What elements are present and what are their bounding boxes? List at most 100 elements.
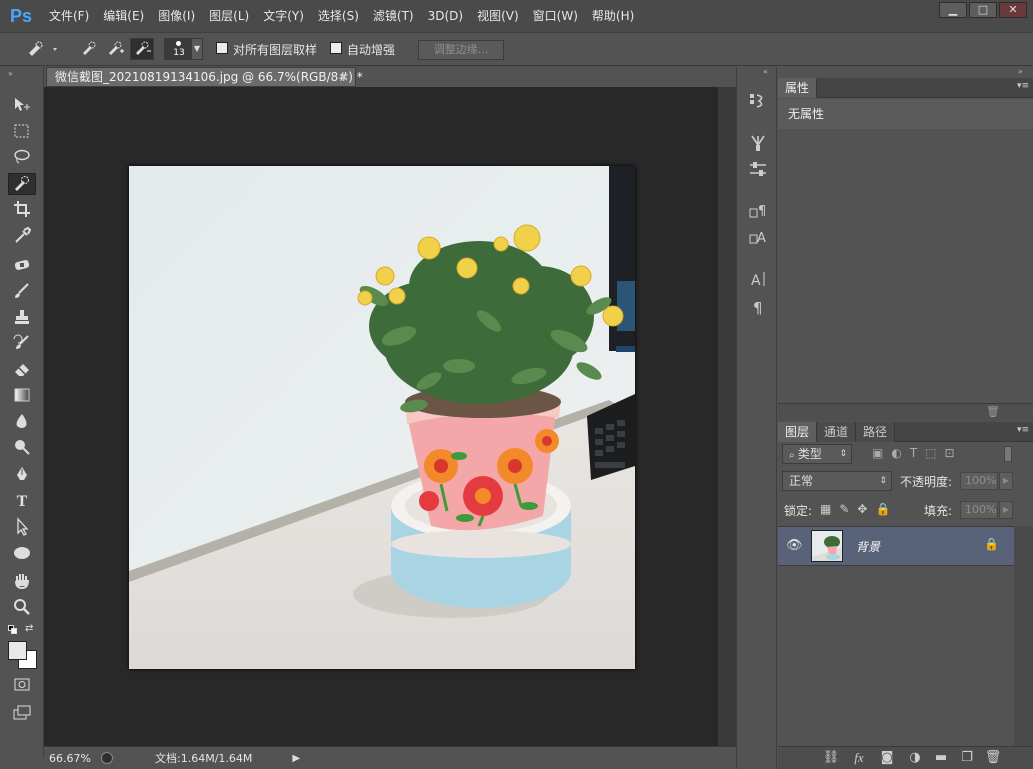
filter-toggle[interactable] bbox=[1004, 446, 1012, 462]
new-adjustment-layer-icon[interactable]: ◑ bbox=[904, 749, 926, 767]
menu-edit[interactable]: 编辑(E) bbox=[96, 0, 151, 32]
eraser-tool-icon[interactable] bbox=[8, 359, 36, 381]
layer-style-icon[interactable]: fx bbox=[848, 749, 870, 767]
status-menu-arrow-icon[interactable]: ▶ bbox=[292, 753, 300, 764]
type-tool-icon[interactable]: T bbox=[8, 491, 36, 513]
menu-view[interactable]: 视图(V) bbox=[470, 0, 526, 32]
pixel-filter-icon[interactable]: ▣ bbox=[872, 446, 883, 460]
new-selection-brush-icon[interactable] bbox=[78, 38, 100, 60]
crop-tool-icon[interactable] bbox=[8, 199, 36, 221]
menu-window[interactable]: 窗口(W) bbox=[526, 0, 585, 32]
lock-all-icon[interactable]: 🔒 bbox=[875, 502, 890, 516]
default-colors-icon[interactable] bbox=[8, 625, 18, 635]
tab-layers[interactable]: 图层 bbox=[778, 422, 818, 442]
layer-filter-kind-select[interactable]: ⌕ 类型 ⇕ bbox=[782, 444, 852, 464]
delete-layer-icon[interactable]: 🗑 bbox=[982, 749, 1004, 767]
gradient-tool-icon[interactable] bbox=[8, 385, 36, 407]
tab-paths[interactable]: 路径 bbox=[856, 422, 896, 442]
tab-channels[interactable]: 通道 bbox=[817, 422, 857, 442]
history-brush-tool-icon[interactable] bbox=[8, 333, 36, 355]
healing-brush-tool-icon[interactable] bbox=[8, 255, 36, 277]
menu-filter[interactable]: 滤镜(T) bbox=[366, 0, 421, 32]
add-mask-icon[interactable]: ◙ bbox=[876, 749, 898, 767]
character-styles-panel-icon[interactable]: A bbox=[745, 227, 771, 249]
adjustments-panel-icon[interactable] bbox=[745, 159, 771, 181]
close-button[interactable]: ✕ bbox=[999, 2, 1027, 18]
link-layers-icon[interactable]: ⛓ bbox=[820, 749, 842, 767]
menu-type[interactable]: 文字(Y) bbox=[256, 0, 311, 32]
panel-menu-icon[interactable]: ▾≡ bbox=[1017, 81, 1029, 91]
layers-panel-menu-icon[interactable]: ▾≡ bbox=[1017, 425, 1029, 435]
adjustment-filter-icon[interactable]: ◐ bbox=[891, 446, 901, 460]
tool-preset-picker[interactable] bbox=[22, 38, 62, 60]
marquee-tool-icon[interactable] bbox=[8, 121, 36, 143]
history-panel-icon[interactable] bbox=[745, 91, 771, 113]
ellipse-tool-icon[interactable] bbox=[8, 543, 36, 565]
tab-properties[interactable]: 属性 bbox=[778, 78, 818, 98]
path-selection-tool-icon[interactable] bbox=[8, 517, 36, 539]
clone-stamp-tool-icon[interactable] bbox=[8, 307, 36, 329]
subtract-selection-brush-icon[interactable] bbox=[130, 38, 154, 60]
lock-transparent-icon[interactable]: ▦ bbox=[820, 502, 831, 516]
eyedropper-tool-icon[interactable] bbox=[8, 225, 36, 247]
lock-position-icon[interactable]: ✥ bbox=[857, 502, 867, 516]
menu-layer[interactable]: 图层(L) bbox=[202, 0, 256, 32]
close-document-icon[interactable]: × bbox=[339, 68, 349, 86]
auto-enhance-checkbox[interactable] bbox=[330, 42, 342, 54]
menu-file[interactable]: 文件(F) bbox=[42, 0, 96, 32]
paragraph-panel-icon[interactable]: ¶ bbox=[745, 297, 771, 319]
add-selection-brush-icon[interactable] bbox=[104, 38, 126, 60]
dodge-tool-icon[interactable] bbox=[8, 437, 36, 459]
maximize-button[interactable]: □ bbox=[969, 2, 997, 18]
character-panel-icon[interactable]: A bbox=[745, 269, 771, 291]
hand-tool-icon[interactable] bbox=[8, 571, 36, 593]
menu-image[interactable]: 图像(I) bbox=[151, 0, 202, 32]
lock-image-icon[interactable]: ✎ bbox=[839, 502, 849, 516]
fill-dropdown-icon[interactable]: ▶ bbox=[999, 501, 1013, 519]
visibility-eye-icon[interactable]: 👁 bbox=[786, 538, 803, 553]
quick-mask-icon[interactable] bbox=[8, 675, 36, 697]
properties-trash-icon[interactable]: 🗑 bbox=[986, 405, 1000, 418]
new-group-icon[interactable]: ▬ bbox=[930, 749, 952, 767]
menu-select[interactable]: 选择(S) bbox=[311, 0, 366, 32]
paragraph-styles-panel-icon[interactable]: ¶ bbox=[745, 201, 771, 223]
blend-mode-select[interactable]: 正常 ⇕ bbox=[782, 471, 892, 491]
refine-edge-button[interactable]: 调整边缘... bbox=[418, 40, 504, 60]
document-image[interactable] bbox=[129, 166, 635, 669]
pen-tool-icon[interactable] bbox=[8, 465, 36, 487]
layer-name[interactable]: 背景 bbox=[856, 538, 880, 555]
document-tab[interactable]: 微信截图_20210819134106.jpg @ 66.7%(RGB/8#) … bbox=[46, 67, 363, 87]
brush-tool-icon[interactable] bbox=[8, 281, 36, 303]
ps-logo: Ps bbox=[9, 5, 33, 26]
opacity-input[interactable]: 100% bbox=[960, 472, 998, 490]
swap-colors-icon[interactable]: ⇄ bbox=[25, 623, 33, 634]
brush-size-dropdown-icon[interactable]: ▼ bbox=[191, 38, 203, 60]
new-layer-icon[interactable]: ❐ bbox=[956, 749, 978, 767]
quick-selection-tool-icon[interactable] bbox=[8, 173, 36, 195]
smart-object-filter-icon[interactable]: ⊡ bbox=[945, 446, 955, 460]
collapse-toolbar-icon[interactable]: » bbox=[8, 69, 13, 78]
lasso-tool-icon[interactable] bbox=[8, 147, 36, 169]
menu-3d[interactable]: 3D(D) bbox=[421, 0, 470, 32]
collapse-panels-icon[interactable]: » bbox=[1018, 67, 1023, 76]
actions-panel-icon[interactable] bbox=[745, 133, 771, 155]
zoom-level[interactable]: 66.67% bbox=[49, 752, 97, 765]
foreground-color-swatch[interactable] bbox=[8, 641, 27, 660]
menu-help[interactable]: 帮助(H) bbox=[585, 0, 641, 32]
brush-size-picker[interactable]: 13 bbox=[164, 38, 192, 60]
minimize-button[interactable]: ▁ bbox=[939, 2, 967, 18]
zoom-tool-icon[interactable] bbox=[8, 597, 36, 619]
status-info-icon[interactable] bbox=[101, 752, 113, 764]
layers-scrollbar[interactable] bbox=[1014, 526, 1033, 746]
fill-input[interactable]: 100% bbox=[960, 501, 998, 519]
blur-tool-icon[interactable] bbox=[8, 411, 36, 433]
collapse-dock-icon[interactable]: « bbox=[763, 67, 768, 76]
vertical-scrollbar[interactable] bbox=[718, 87, 736, 746]
move-tool-icon[interactable] bbox=[8, 95, 36, 117]
shape-filter-icon[interactable]: ⬚ bbox=[925, 446, 936, 460]
screen-mode-icon[interactable] bbox=[8, 703, 36, 725]
type-filter-icon[interactable]: T bbox=[910, 446, 917, 460]
layer-row[interactable]: 👁 背景 🔒 bbox=[778, 526, 1014, 566]
opacity-dropdown-icon[interactable]: ▶ bbox=[999, 472, 1013, 490]
sample-all-layers-checkbox[interactable] bbox=[216, 42, 228, 54]
